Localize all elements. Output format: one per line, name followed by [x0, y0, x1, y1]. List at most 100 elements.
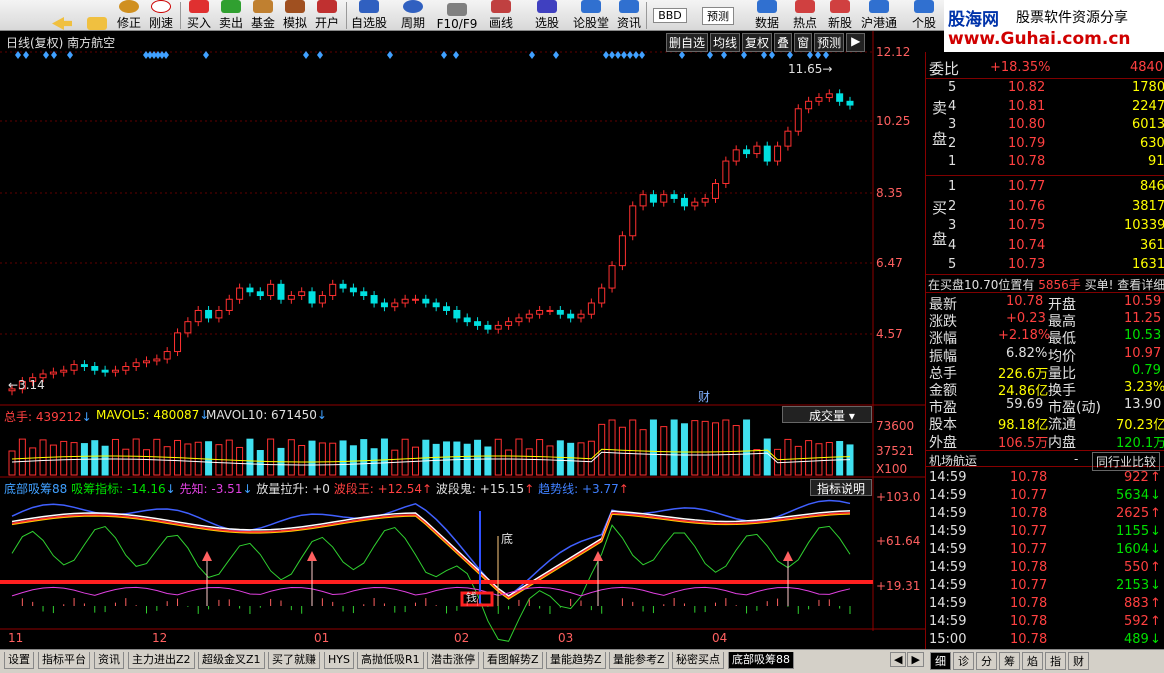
- bbd-button[interactable]: BBD: [650, 0, 690, 31]
- buy-price[interactable]: 10.74: [1008, 238, 1045, 253]
- x-label-5: 04: [712, 631, 728, 645]
- forecast-chart-button[interactable]: 预测: [814, 33, 845, 52]
- toolbar-btn-8[interactable]: 周期: [396, 0, 430, 31]
- buy-price[interactable]: 10.77: [1008, 179, 1045, 194]
- tab-indicator[interactable]: 量能参考Z: [609, 652, 669, 669]
- tab-indicator[interactable]: 秘密买点: [672, 652, 724, 669]
- tab-indicator[interactable]: HYS: [324, 652, 354, 669]
- tab-indicator[interactable]: 量能趋势Z: [546, 652, 606, 669]
- candle-body: [732, 149, 740, 162]
- candle-body: [287, 295, 295, 300]
- toolbar-btn-16[interactable]: 新股: [824, 0, 856, 31]
- toolbar-btn-9[interactable]: F10/F9: [434, 0, 480, 31]
- tab-indicator[interactable]: 买了就赚: [268, 652, 320, 669]
- toolbar-btn-13[interactable]: 资讯: [614, 0, 644, 31]
- buy-price[interactable]: 10.73: [1008, 257, 1045, 272]
- buy-price[interactable]: 10.76: [1008, 199, 1045, 214]
- toolbar-btn-12[interactable]: 论股堂: [570, 0, 612, 31]
- candle-body: [618, 235, 626, 267]
- tab-left-icon[interactable]: ◀: [890, 652, 907, 667]
- toolbar-btn-0[interactable]: 修正: [114, 0, 144, 31]
- back-arrow-icon[interactable]: [48, 0, 76, 31]
- down-arrow-icon[interactable]: [84, 0, 110, 31]
- volume-bar: [536, 439, 544, 476]
- toolbar-btn-14[interactable]: 数据: [750, 0, 784, 31]
- toolbar-btn-17[interactable]: 沪港通: [858, 0, 900, 31]
- sell-price[interactable]: 10.81: [1008, 99, 1045, 114]
- detail-tab[interactable]: 焰: [1022, 652, 1043, 670]
- tick-time: 14:59: [929, 524, 967, 539]
- sector-compare-button[interactable]: 同行业比较: [1092, 452, 1161, 471]
- toolbar-btn-4[interactable]: 基金: [248, 0, 278, 31]
- toolbar-btn-7[interactable]: 自选股: [348, 0, 390, 31]
- forecast-button[interactable]: 预测: [698, 0, 738, 31]
- buy-volume: 3817: [1132, 198, 1164, 214]
- detail-tab[interactable]: 诊: [953, 652, 974, 670]
- volume-bar: [784, 438, 792, 476]
- tab-indicator[interactable]: 资讯: [94, 652, 124, 669]
- tab-indicator[interactable]: 指标平台: [38, 652, 90, 669]
- toolbar-btn-2[interactable]: 买入: [184, 0, 214, 31]
- tab-indicator[interactable]: 看图解势Z: [483, 652, 543, 669]
- detail-tab[interactable]: 指: [1045, 652, 1066, 670]
- order-notice[interactable]: 在买盘10.70位置有 5856手 买单! 查看详细: [928, 276, 1164, 293]
- toolbar-btn-15[interactable]: 热点: [788, 0, 822, 31]
- toolbar-btn-11[interactable]: 选股: [530, 0, 564, 31]
- volume-bar: [318, 442, 326, 476]
- tab-indicator[interactable]: 潜击涨停: [427, 652, 479, 669]
- stat-value: 0.79: [1132, 362, 1161, 378]
- signal-diamond: [23, 51, 29, 59]
- x-label-3: 02: [454, 631, 470, 645]
- remove-favorite-button[interactable]: 删自选: [666, 33, 709, 52]
- candle-body: [629, 205, 637, 237]
- sell-price[interactable]: 10.82: [1008, 80, 1045, 95]
- play-icon[interactable]: ▶: [846, 33, 866, 52]
- tick-price: 10.77: [1010, 488, 1048, 503]
- tab-indicator[interactable]: 高抛低吸R1: [357, 652, 424, 669]
- chart-canvas[interactable]: [0, 31, 925, 649]
- buy-price[interactable]: 10.75: [1008, 218, 1045, 233]
- volume-bar: [743, 419, 751, 476]
- signal-diamond: [787, 51, 793, 59]
- overlay-button[interactable]: 叠: [774, 33, 793, 52]
- volume-bar: [60, 440, 68, 476]
- high-label: 11.65→: [788, 62, 833, 76]
- sell-price[interactable]: 10.79: [1008, 136, 1045, 151]
- sector-name[interactable]: 机场航运: [929, 452, 977, 469]
- stat-value: 10.78: [1006, 294, 1044, 309]
- volume-bar: [505, 449, 513, 476]
- candle-body: [91, 365, 99, 371]
- chart-area[interactable]: 日线(复权) 南方航空 删自选 均线 复权 叠 窗 预测 ▶ 12.12 10.…: [0, 31, 925, 649]
- signal-diamond: [603, 51, 609, 59]
- volume-selector[interactable]: 成交量 ▾: [782, 406, 872, 423]
- tab-right-icon[interactable]: ▶: [907, 652, 924, 667]
- y-label-3: 6.47: [876, 256, 903, 270]
- window-button[interactable]: 窗: [794, 33, 813, 52]
- candle-body: [680, 197, 688, 207]
- detail-tab[interactable]: 分: [976, 652, 997, 670]
- tab-indicator[interactable]: 底部吸筹88: [728, 652, 794, 669]
- sell-price[interactable]: 10.78: [1008, 154, 1045, 169]
- candle-body: [774, 145, 782, 162]
- sell-price[interactable]: 10.80: [1008, 117, 1045, 132]
- money-signal: 钱: [466, 591, 477, 604]
- detail-tab[interactable]: 筹: [999, 652, 1020, 670]
- toolbar-btn-10[interactable]: 画线: [484, 0, 518, 31]
- chart-title: 日线(复权) 南方航空: [6, 36, 116, 50]
- indicator-help-button[interactable]: 指标说明: [810, 479, 872, 496]
- detail-tab[interactable]: 细: [930, 652, 951, 670]
- candle-body: [101, 369, 109, 373]
- weibi-label: 委比: [929, 60, 960, 78]
- finance-marker[interactable]: 财: [698, 388, 710, 405]
- toolbar-btn-6[interactable]: 开户: [312, 0, 342, 31]
- toolbar-btn-3[interactable]: 卖出: [216, 0, 246, 31]
- toolbar-btn-5[interactable]: 模拟: [280, 0, 310, 31]
- adjust-button[interactable]: 复权: [742, 33, 773, 52]
- toolbar-btn-1[interactable]: 刚速: [146, 0, 176, 31]
- tab-indicator[interactable]: 主力进出Z2: [128, 652, 195, 669]
- tab-indicator[interactable]: 超级金叉Z1: [198, 652, 265, 669]
- detail-tab[interactable]: 财: [1068, 652, 1089, 670]
- tab-indicator[interactable]: 设置: [4, 652, 34, 669]
- ma-button[interactable]: 均线: [710, 33, 741, 52]
- toolbar-btn-18[interactable]: 个股: [906, 0, 942, 31]
